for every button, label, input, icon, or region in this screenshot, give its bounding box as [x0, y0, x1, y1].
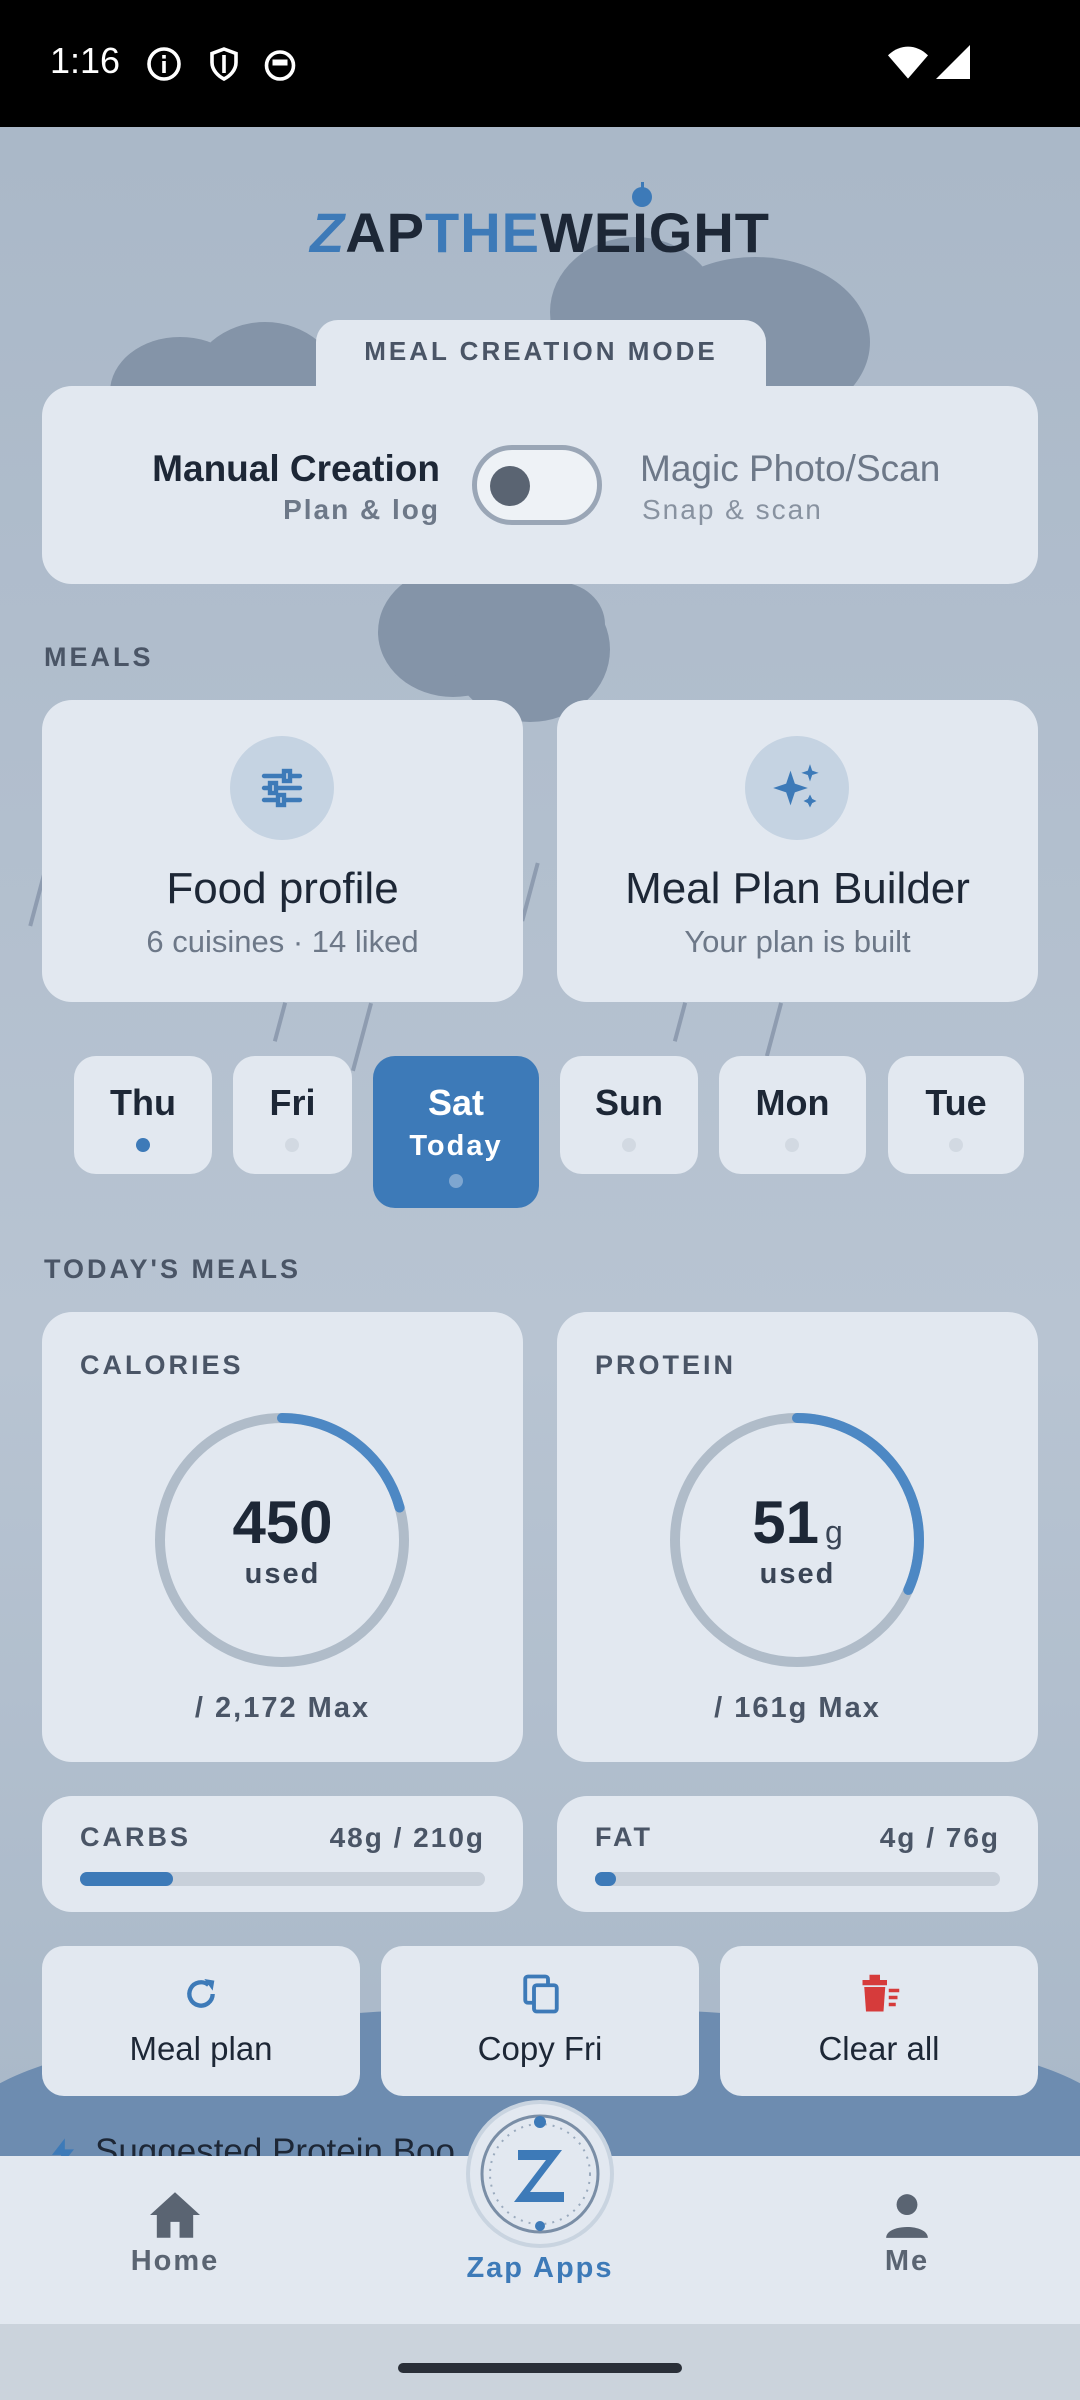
food-profile-icon-circle	[230, 736, 334, 840]
copy-fri-label: Copy Fri	[477, 2030, 603, 2067]
protein-value: 51	[752, 1489, 819, 1556]
trash-icon	[862, 1974, 900, 2012]
signal-icon	[936, 45, 970, 79]
carbs-label: CARBS	[80, 1822, 192, 1852]
day-label: Mon	[755, 1082, 830, 1123]
day-tue[interactable]: Tue	[888, 1056, 1024, 1174]
suggestion-title: Suggested Protein Boo	[95, 2132, 455, 2156]
calories-label: CALORIES	[80, 1350, 244, 1380]
status-bar: 1:16	[0, 0, 1080, 127]
clear-all-button[interactable]: Clear all	[720, 1946, 1038, 2096]
food-profile-title: Food profile	[166, 864, 399, 913]
meal-plan-builder-card[interactable]: Meal Plan Builder Your plan is built	[557, 700, 1038, 1002]
fat-card[interactable]: FAT 4g / 76g	[557, 1796, 1038, 1912]
nav-home[interactable]: Home	[100, 2190, 250, 2300]
home-icon	[150, 2192, 200, 2238]
carbs-value: 48g / 210g	[329, 1822, 485, 1853]
sliders-icon	[261, 768, 303, 808]
fat-bar	[595, 1872, 1000, 1886]
day-mon[interactable]: Mon	[719, 1056, 866, 1174]
meal-plan-builder-subtitle: Your plan is built	[684, 924, 911, 959]
food-profile-subtitle: 6 cuisines · 14 liked	[146, 924, 419, 959]
protein-max: / 161g Max	[714, 1692, 881, 1724]
sparkle-icon	[773, 764, 819, 808]
nav-me-label: Me	[884, 2245, 930, 2277]
fat-bar-fill	[595, 1872, 617, 1886]
calories-max: / 2,172 Max	[194, 1692, 371, 1724]
day-sun[interactable]: Sun	[560, 1056, 698, 1174]
zap-logo-icon	[480, 2114, 600, 2234]
fat-label: FAT	[595, 1822, 653, 1852]
calories-used-label: used	[244, 1558, 321, 1590]
zap-apps-button[interactable]	[470, 2104, 610, 2244]
apple-icon	[632, 182, 652, 207]
meals-section-label: MEALS	[44, 642, 154, 672]
day-thu[interactable]: Thu	[74, 1056, 212, 1174]
food-profile-card[interactable]: Food profile 6 cuisines · 14 liked	[42, 700, 523, 1002]
protein-used-label: used	[759, 1558, 836, 1590]
person-icon	[886, 2194, 928, 2238]
day-sat-today[interactable]: Sat Today	[373, 1056, 539, 1208]
mode-tab-label: MEAL CREATION MODE	[316, 320, 766, 390]
day-label: Sun	[595, 1082, 663, 1123]
fat-value: 4g / 76g	[879, 1822, 1000, 1853]
wifi-icon	[888, 46, 928, 79]
status-time: 1:16	[50, 40, 121, 81]
day-dot	[449, 1174, 463, 1188]
bolt-icon	[52, 2138, 74, 2156]
system-nav-bar	[0, 2324, 1080, 2400]
day-fri[interactable]: Fri	[233, 1056, 352, 1174]
day-label: Tue	[925, 1082, 987, 1123]
mode-toggle-knob	[490, 466, 530, 506]
magic-photo-scan-label[interactable]: Magic Photo/Scan	[640, 448, 940, 490]
app-logo: ZAPTHEWEIGHT	[310, 201, 770, 264]
calories-value: 450	[232, 1489, 333, 1556]
today-label: Today	[409, 1130, 503, 1162]
manual-creation-sub: Plan & log	[283, 494, 440, 525]
cat-face-icon	[264, 50, 296, 81]
calories-card[interactable]: CALORIES 450 used / 2,172 Max	[42, 1312, 523, 1762]
info-icon	[147, 47, 181, 81]
day-dot	[785, 1138, 799, 1152]
copy-icon	[523, 1974, 559, 2014]
todays-meals-section-label: TODAY'S MEALS	[44, 1254, 301, 1284]
protein-unit: g	[824, 1514, 843, 1550]
copy-fri-button[interactable]: Copy Fri	[381, 1946, 699, 2096]
protein-value-wrap: 51 g	[557, 1488, 1038, 1557]
refresh-icon	[187, 1979, 215, 2008]
meal-plan-label: Meal plan	[129, 2030, 273, 2067]
day-label: Fri	[269, 1082, 316, 1123]
magic-photo-scan-sub: Snap & scan	[642, 494, 823, 525]
nav-home-label: Home	[130, 2245, 220, 2277]
carbs-bar-fill	[80, 1872, 173, 1886]
meal-plan-button[interactable]: Meal plan	[42, 1946, 360, 2096]
day-label: Sat	[427, 1082, 485, 1123]
manual-creation-label[interactable]: Manual Creation	[100, 448, 440, 490]
meal-plan-builder-title: Meal Plan Builder	[625, 864, 970, 913]
day-dot	[622, 1138, 636, 1152]
clear-all-label: Clear all	[818, 2030, 940, 2067]
day-dot	[949, 1138, 963, 1152]
home-indicator[interactable]	[398, 2363, 682, 2373]
day-label: Thu	[110, 1082, 176, 1123]
day-dot	[136, 1138, 150, 1152]
protein-label: PROTEIN	[595, 1350, 737, 1380]
nav-zap-apps-label[interactable]: Zap Apps	[440, 2252, 640, 2285]
nav-me[interactable]: Me	[832, 2190, 982, 2300]
carbs-card[interactable]: CARBS 48g / 210g	[42, 1796, 523, 1912]
day-dot	[285, 1138, 299, 1152]
meal-plan-builder-icon-circle	[745, 736, 849, 840]
protein-card[interactable]: PROTEIN 51 g used / 161g Max	[557, 1312, 1038, 1762]
shield-icon	[210, 47, 238, 82]
carbs-bar	[80, 1872, 485, 1886]
